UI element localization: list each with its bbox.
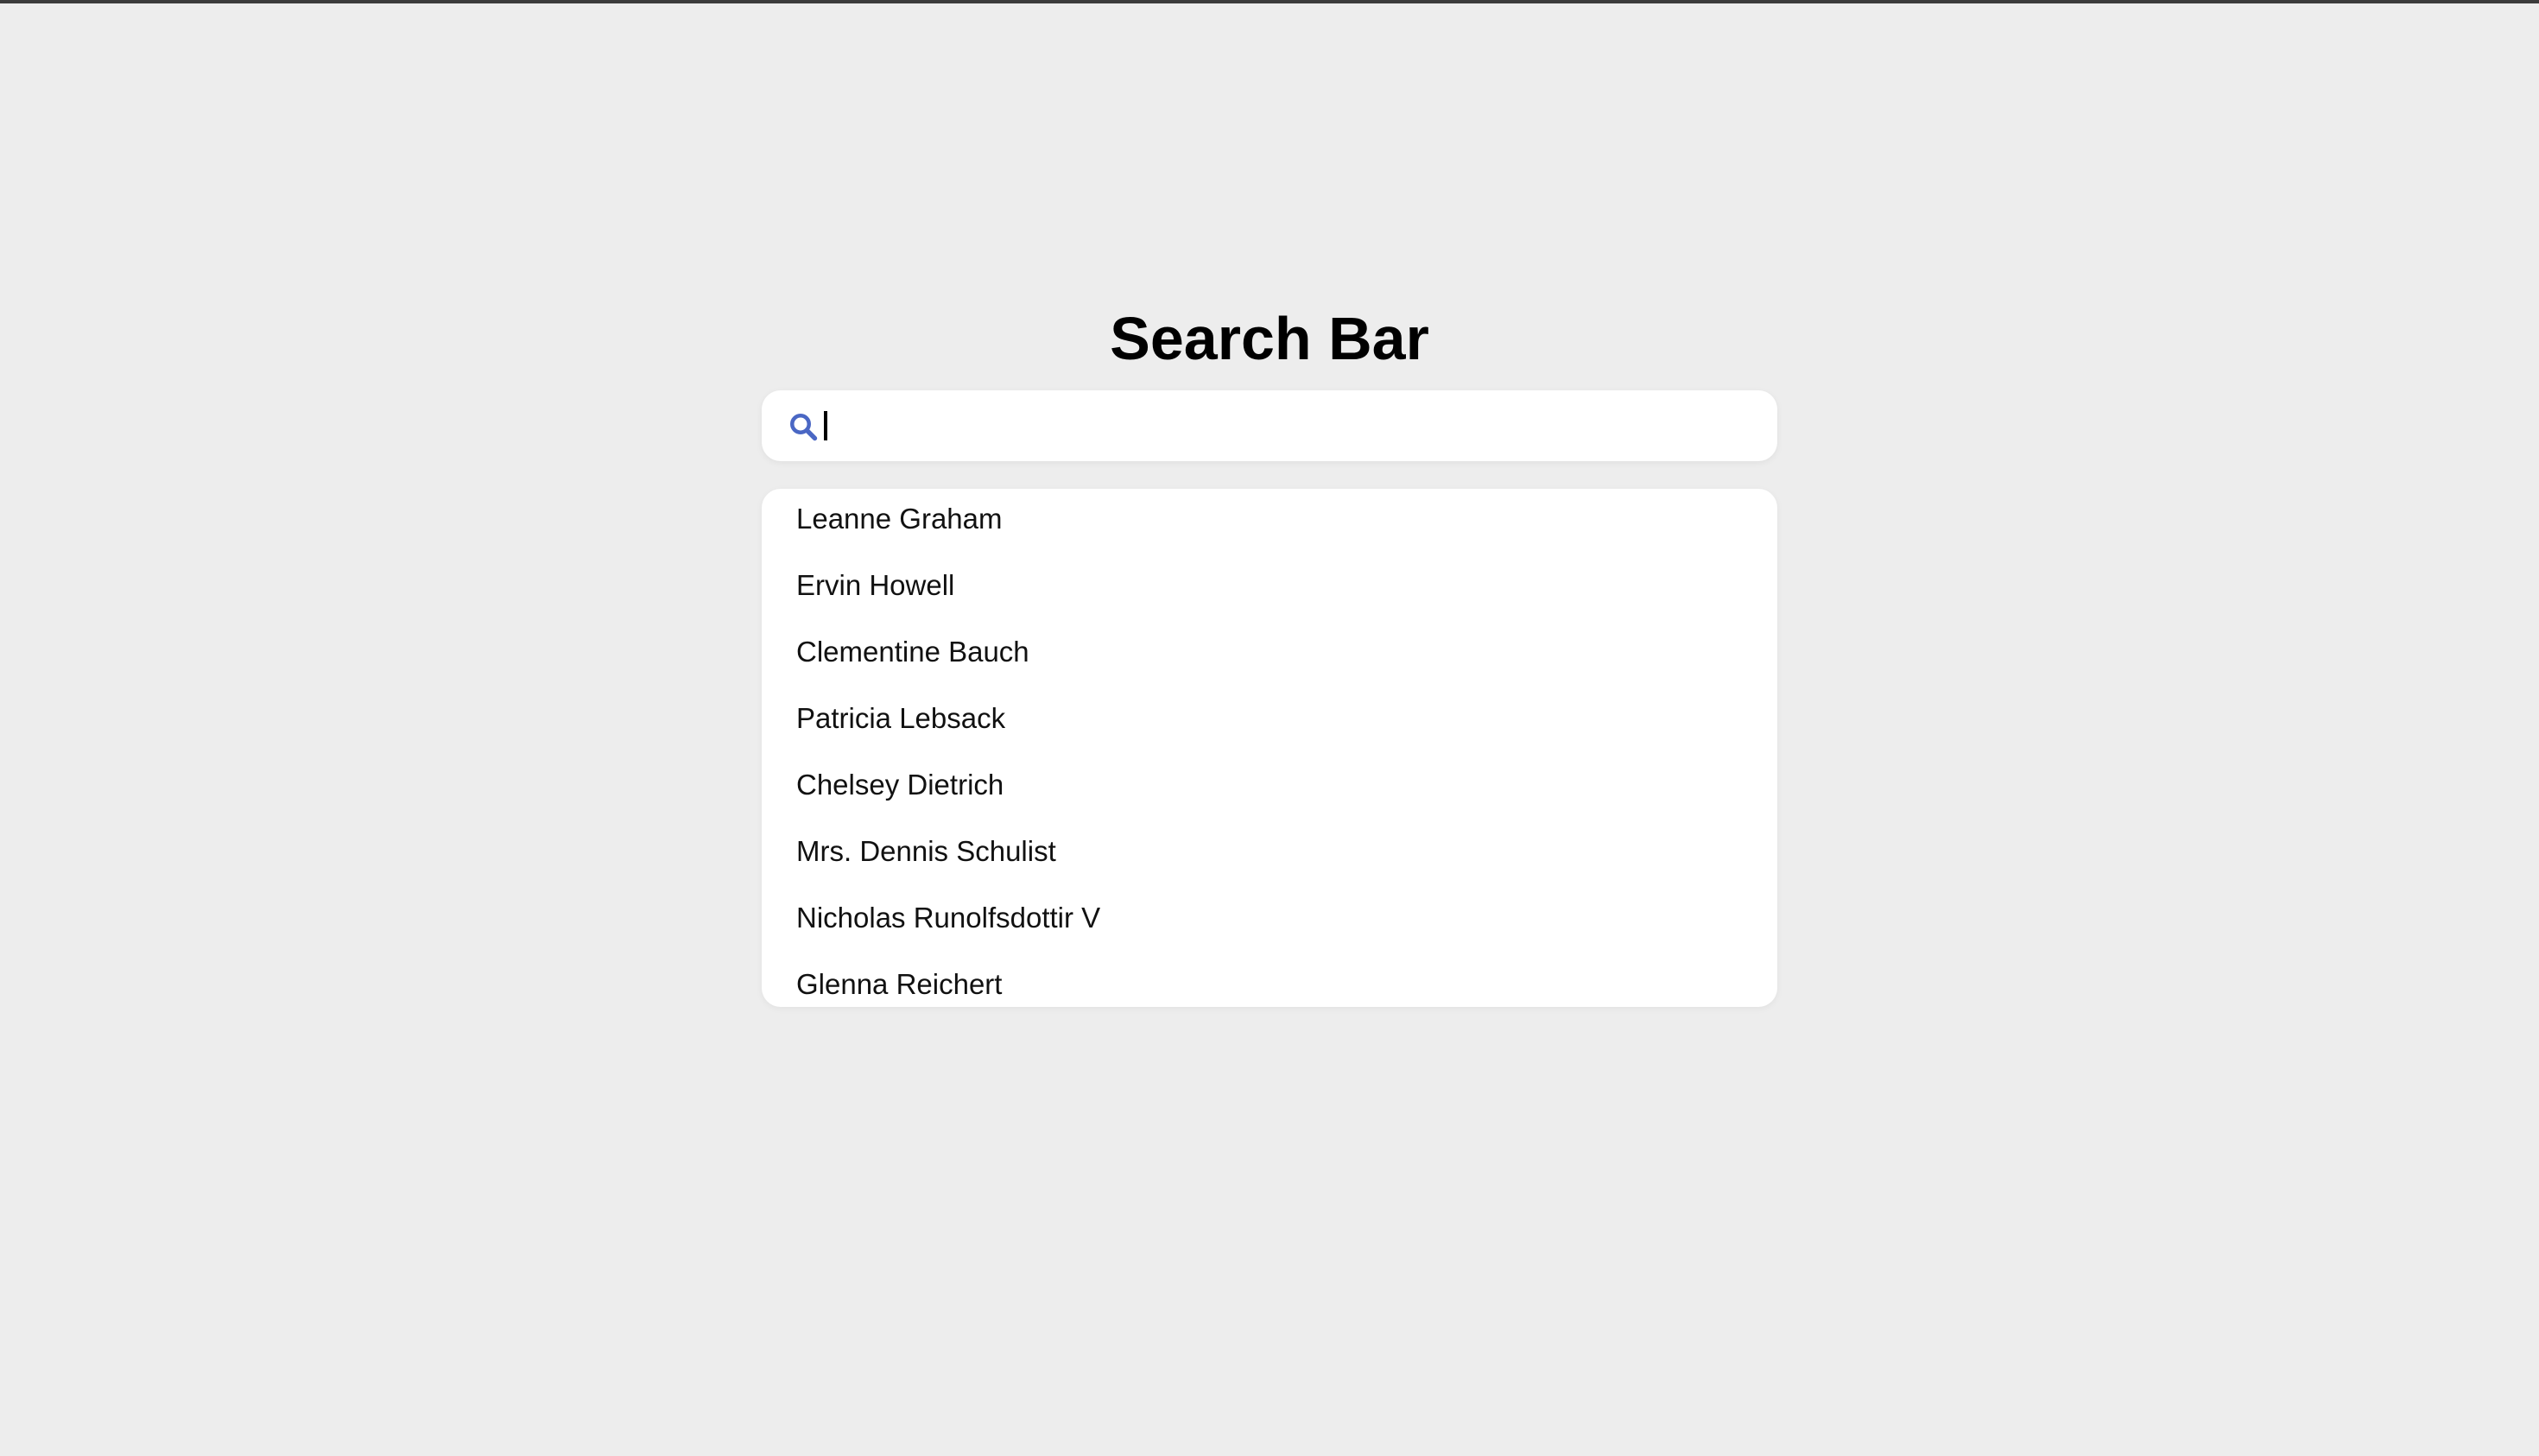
search-input[interactable] (822, 401, 1755, 451)
result-item-chelsey-dietrich[interactable]: Chelsey Dietrich (762, 770, 1777, 837)
text-cursor (824, 411, 827, 440)
page-title: Search Bar (1110, 305, 1429, 372)
result-item-patricia-lebsack[interactable]: Patricia Lebsack (762, 704, 1777, 770)
result-item-ervin-howell[interactable]: Ervin Howell (762, 571, 1777, 637)
search-bar[interactable] (762, 390, 1777, 461)
page: Search Bar Leanne Graham Ervin Howell Cl… (0, 0, 2539, 1454)
result-item-nicholas-runolfsdottir[interactable]: Nicholas Runolfsdottir V (762, 903, 1777, 970)
result-item-clementine-bauch[interactable]: Clementine Bauch (762, 637, 1777, 704)
search-results-list[interactable]: Leanne Graham Ervin Howell Clementine Ba… (762, 489, 1777, 1007)
search-icon (790, 414, 818, 441)
result-item-leanne-graham[interactable]: Leanne Graham (762, 504, 1777, 571)
result-item-glenna-reichert[interactable]: Glenna Reichert (762, 970, 1777, 1007)
result-item-dennis-schulist[interactable]: Mrs. Dennis Schulist (762, 837, 1777, 903)
